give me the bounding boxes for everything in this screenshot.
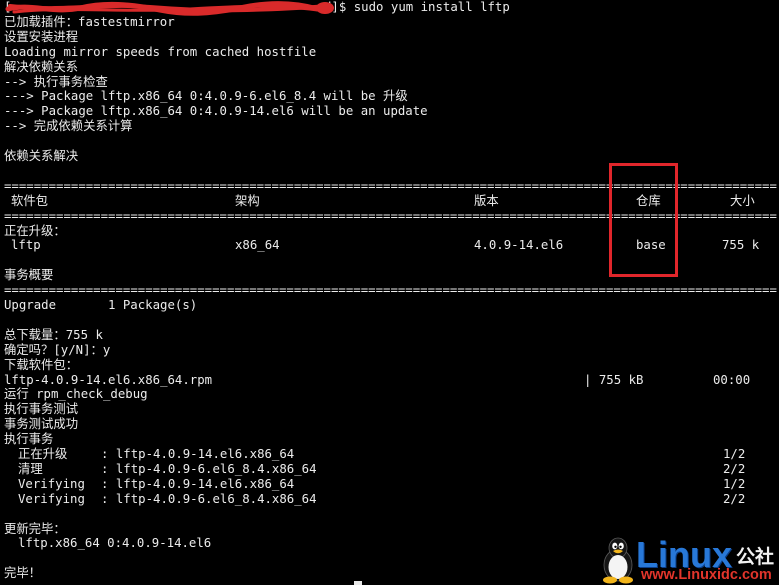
- summary-action: Upgrade: [4, 298, 57, 312]
- transaction-test-line: 执行事务测试: [4, 402, 79, 417]
- setup-install-line: 设置安装进程: [4, 29, 79, 44]
- transaction-summary-title: 事务概要: [4, 268, 54, 283]
- step-target: : lftp-4.0.9-14.el6.x86_64: [101, 447, 295, 461]
- tux-penguin-icon: [603, 537, 633, 584]
- column-header-version: 版本: [474, 193, 499, 208]
- step-progress: 2/2: [723, 461, 746, 476]
- summary-separator: ========================================…: [4, 283, 777, 298]
- total-download-line: 总下载量：755 k: [4, 327, 103, 342]
- package-new-line: ---> Package lftp.x86_64 0:4.0.9-14.el6 …: [4, 104, 428, 119]
- column-header-arch: 架构: [235, 193, 260, 208]
- step-action: 正在升级: [18, 447, 68, 461]
- repo-column-highlight-box: [609, 163, 678, 277]
- cell-arch: x86_64: [235, 238, 280, 253]
- column-header-package: 软件包: [11, 193, 49, 208]
- transaction-step-row: 清理 : lftp-4.0.9-6.el6_8.4.x86_64 2/2: [0, 462, 779, 477]
- transaction-check-line: --> 执行事务检查: [4, 74, 108, 89]
- step-action: Verifying: [18, 476, 85, 491]
- download-time: 00:00: [713, 372, 751, 387]
- column-header-size: 大小: [730, 193, 755, 208]
- prompt-command: d]$ sudo yum install lftp: [324, 0, 510, 14]
- confirm-prompt-line: 确定吗？[y/N]：y: [4, 342, 111, 357]
- step-progress: 1/2: [723, 447, 746, 461]
- linuxidc-watermark: Linux 公社 www.Linuxidc.com: [598, 535, 778, 585]
- terminal-window[interactable]: [ d]$ sudo yum install lftp 已加载插件：fastes…: [0, 0, 779, 585]
- deps-resolved-line: 依赖关系解决: [4, 149, 79, 163]
- step-target: : lftp-4.0.9-6.el6_8.4.x86_64: [101, 461, 317, 476]
- step-target: : lftp-4.0.9-6.el6_8.4.x86_64: [101, 491, 317, 506]
- terminal-cursor: [354, 581, 362, 585]
- resolving-deps-line: 解决依赖关系: [4, 59, 79, 74]
- transaction-test-ok-line: 事务测试成功: [4, 417, 79, 432]
- transaction-step-row: Verifying : lftp-4.0.9-6.el6_8.4.x86_64 …: [0, 492, 779, 507]
- transaction-step-row: Verifying : lftp-4.0.9-14.el6.x86_64 1/2: [0, 477, 779, 492]
- summary-count: 1 Package(s): [108, 298, 198, 312]
- running-transaction-line: 执行事务: [4, 432, 54, 447]
- step-action: Verifying: [18, 491, 85, 506]
- download-file-name: lftp-4.0.9-14.el6.x86_64.rpm: [4, 372, 213, 387]
- step-progress: 1/2: [723, 476, 746, 491]
- plugins-loaded-line: 已加载插件：fastestmirror: [4, 14, 175, 29]
- download-progress-row: lftp-4.0.9-14.el6.x86_64.rpm | 755 kB 00…: [0, 373, 779, 388]
- loading-mirrors-line: Loading mirror speeds from cached hostfi…: [4, 44, 317, 59]
- package-old-line: ---> Package lftp.x86_64 0:4.0.9-6.el6_8…: [4, 89, 408, 104]
- cell-package: lftp: [11, 238, 41, 253]
- transaction-step-row: 正在升级 : lftp-4.0.9-14.el6.x86_64 1/2: [0, 447, 779, 462]
- step-progress: 2/2: [723, 491, 746, 506]
- rpm-check-debug-line: 运行 rpm_check_debug: [4, 387, 148, 402]
- step-target: : lftp-4.0.9-14.el6.x86_64: [101, 476, 295, 491]
- deps-finished-line: --> 完成依赖关系计算: [4, 119, 133, 134]
- cell-version: 4.0.9-14.el6: [474, 238, 564, 253]
- step-action: 清理: [18, 461, 43, 476]
- watermark-url: www.Linuxidc.com: [641, 567, 772, 583]
- downloading-packages-line: 下载软件包：: [4, 357, 79, 372]
- summary-row: Upgrade 1 Package(s): [0, 298, 779, 313]
- cell-size: 755 k: [722, 238, 760, 253]
- download-size: | 755 kB: [584, 372, 644, 387]
